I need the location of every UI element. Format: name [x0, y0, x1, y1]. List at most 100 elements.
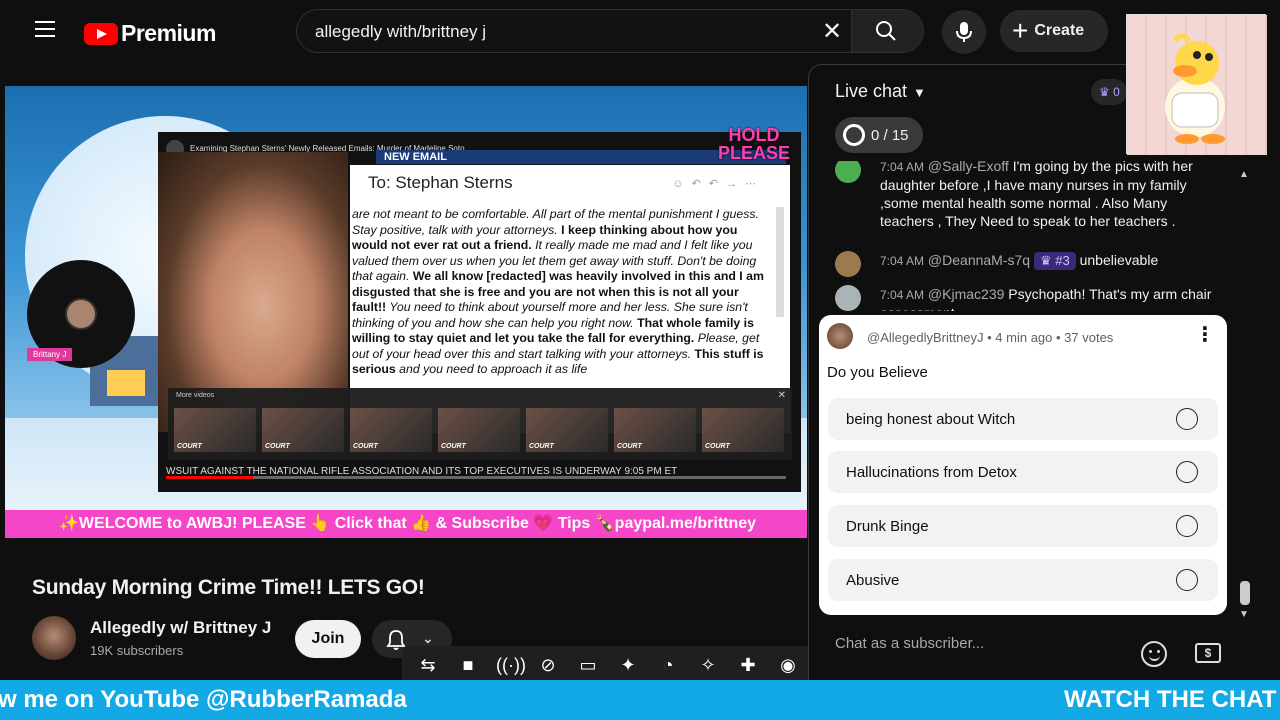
radio-icon[interactable]	[1176, 569, 1198, 591]
broadcast-icon[interactable]: ((·))	[496, 653, 526, 677]
video-title: Sunday Morning Crime Time!! LETS GO!	[32, 576, 425, 599]
welcome-banner: ✨WELCOME to AWBJ! PLEASE 👆 Click that 👍 …	[5, 510, 807, 538]
message-time: 7:04 AM	[880, 288, 925, 302]
poll-card: @AllegedlyBrittneyJ • 4 min ago • 37 vot…	[819, 315, 1227, 615]
message-time: 7:04 AM	[880, 161, 925, 174]
poll-meta: @AllegedlyBrittneyJ • 4 min ago • 37 vot…	[867, 330, 1114, 345]
emoji-icon[interactable]	[1141, 641, 1167, 667]
scroll-down-icon[interactable]: ▼	[1239, 609, 1249, 620]
thumb-tag: COURT	[265, 443, 290, 450]
email-line: and you need to approach it as life	[399, 362, 588, 376]
menu-icon[interactable]	[28, 16, 62, 48]
poll-option-label: being honest about Witch	[846, 411, 1016, 428]
video-thumbnail[interactable]: COURT	[614, 408, 696, 452]
video-thumbnail[interactable]: COURT	[526, 408, 608, 452]
member-badge: ♛ #3	[1033, 252, 1076, 270]
poll-option[interactable]: being honest about Witch	[828, 398, 1218, 440]
goal-text: 0 / 15	[871, 126, 909, 144]
bottom-ticker: w me on YouTube @RubberRamada WATCH THE …	[0, 680, 1280, 720]
email-body: are not meant to be comfortable. All par…	[350, 207, 770, 378]
progress-fill	[166, 476, 253, 479]
close-icon[interactable]: ✕	[778, 390, 786, 401]
video-player[interactable]: Brittany J Examining Stephan Sterns' New…	[5, 86, 807, 538]
chat-message-body: 7:04 AM @DeannaM-s7q ♛ #3 unbelievable	[880, 251, 1240, 270]
search-input[interactable]: allegedly with/brittney j	[315, 22, 486, 42]
email-toolbar-icons: ☺↶↶→⋯	[672, 178, 764, 190]
radio-icon[interactable]	[1176, 461, 1198, 483]
camera-icon[interactable]: ◉	[776, 653, 800, 677]
thumb-tag: COURT	[177, 443, 202, 450]
thumbnail-row: COURT COURT COURT COURT COURT COURT COUR…	[174, 408, 784, 452]
channel-avatar[interactable]	[32, 616, 76, 660]
poll-option[interactable]: Drunk Binge	[828, 505, 1218, 547]
hide-screen-icon[interactable]: ⊘	[536, 653, 560, 677]
ai-icon[interactable]: ✚	[736, 653, 760, 677]
more-videos-panel: More videos ✕ COURT COURT COURT COURT CO…	[168, 388, 792, 460]
search-button[interactable]	[851, 10, 923, 52]
hold-please-sign: HOLD PLEASE	[717, 125, 791, 163]
live-chat-dropdown[interactable]: Live chat ▼	[835, 81, 926, 102]
join-button[interactable]: Join	[295, 620, 361, 658]
chat-message: 7:04 AM @Sally-Exoff I'm going by the pi…	[835, 161, 1210, 230]
avatar	[827, 323, 853, 349]
poll-question: Do you Believe	[827, 364, 928, 381]
chat-message: 7:04 AM @DeannaM-s7q ♛ #3 unbelievable	[835, 251, 1240, 277]
crown-count: 0	[1113, 85, 1120, 99]
thumb-tag: COURT	[353, 443, 378, 450]
recording-toolbar: ⇆ ■ ((·)) ⊘ ▭ ✦ ◔ ✧ ✚ ◉ ⚙	[402, 646, 858, 684]
poll-option-label: Abusive	[846, 572, 900, 589]
chat-messages: 7:04 AM @Sally-Exoff I'm going by the pi…	[809, 161, 1249, 311]
video-thumbnail[interactable]: COURT	[702, 408, 784, 452]
host-face	[65, 298, 97, 330]
magic-icon[interactable]: ✧	[696, 653, 720, 677]
duck-overlay-image	[1126, 14, 1267, 155]
top-bar: Premium allegedly with/brittney j ✕ + Cr…	[0, 0, 1280, 64]
goal-target-icon	[843, 124, 865, 146]
more-videos-label: More videos	[176, 392, 215, 399]
clear-search-icon[interactable]: ✕	[817, 17, 847, 47]
subscriber-count: 19K subscribers	[90, 643, 184, 658]
badge-text: #3	[1055, 253, 1070, 268]
video-thumbnail[interactable]: COURT	[262, 408, 344, 452]
ticker-left-text: w me on YouTube @RubberRamada	[0, 686, 407, 713]
email-scrollbar	[776, 207, 784, 317]
video-thumbnail[interactable]: COURT	[350, 408, 432, 452]
video-thumbnail[interactable]: COURT	[438, 408, 520, 452]
chevron-down-icon: ▼	[913, 85, 926, 100]
chat-scrollbar[interactable]	[1240, 581, 1250, 605]
cabin-window	[107, 370, 145, 396]
stop-icon[interactable]: ■	[456, 653, 480, 677]
avatar	[835, 251, 861, 277]
channel-name[interactable]: Allegedly w/ Brittney J	[90, 618, 271, 638]
embedded-progress-bar[interactable]	[166, 476, 786, 479]
speed-icon[interactable]: ◔	[656, 653, 680, 677]
crop-icon[interactable]: ▭	[576, 653, 600, 677]
thumb-tag: COURT	[705, 443, 730, 450]
thumb-tag: COURT	[529, 443, 554, 450]
plus-icon: +	[1012, 15, 1029, 46]
radio-icon[interactable]	[1176, 515, 1198, 537]
poll-option-label: Hallucinations from Detox	[846, 464, 1017, 481]
goal-pill[interactable]: 0 / 15	[835, 117, 923, 153]
video-thumbnail[interactable]: COURT	[174, 408, 256, 452]
voice-search-button[interactable]	[942, 10, 986, 54]
radio-icon[interactable]	[1176, 408, 1198, 430]
avatar	[835, 285, 861, 311]
ticker-right-text: WATCH THE CHAT	[1064, 686, 1277, 713]
message-time: 7:04 AM	[880, 254, 925, 268]
poll-option[interactable]: Abusive	[828, 559, 1218, 601]
super-chat-icon[interactable]: $	[1195, 643, 1221, 663]
message-author: @DeannaM-s7q	[927, 252, 1031, 268]
scroll-up-icon[interactable]: ▲	[1239, 169, 1249, 180]
more-options-icon[interactable]: ⋮	[1195, 325, 1215, 345]
search-box[interactable]: allegedly with/brittney j ✕	[296, 9, 924, 53]
crown-counter[interactable]: ♛ 0	[1091, 79, 1127, 105]
poll-option[interactable]: Hallucinations from Detox	[828, 451, 1218, 493]
youtube-premium-logo[interactable]: Premium	[84, 20, 216, 47]
duck-illustration	[1165, 33, 1225, 144]
effects-icon[interactable]: ✦	[616, 653, 640, 677]
host-name-tag: Brittany J	[27, 348, 73, 361]
create-button[interactable]: + Create	[1000, 10, 1108, 52]
chat-input[interactable]: Chat as a subscriber...	[835, 635, 1135, 652]
swap-icon[interactable]: ⇆	[416, 653, 440, 677]
